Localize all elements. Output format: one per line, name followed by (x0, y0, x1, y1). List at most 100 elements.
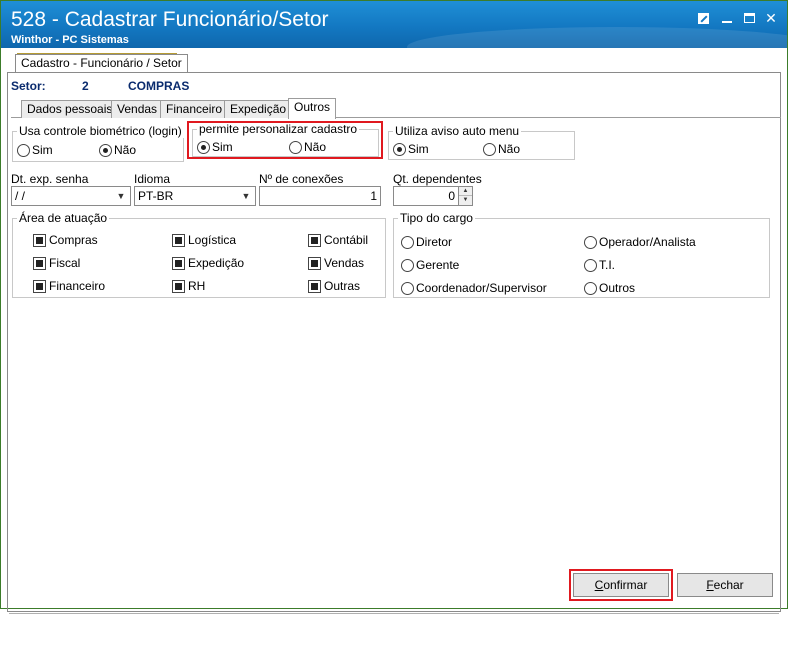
group-tipo-cargo: Tipo do cargo Diretor Operador/Analista … (393, 211, 770, 298)
check-label: Outras (324, 279, 361, 293)
radio-aviso-nao[interactable]: Não (483, 142, 520, 156)
num-conexoes-input[interactable]: 1 (259, 186, 381, 206)
tab-financeiro[interactable]: Financeiro (160, 100, 229, 118)
checkbox (172, 233, 185, 247)
check-label: Logística (188, 233, 237, 247)
check-fiscal[interactable]: Fiscal (33, 256, 80, 270)
tab-expedicao[interactable]: Expedição (224, 100, 293, 118)
check-label: Expedição (188, 256, 245, 270)
spin-up-icon[interactable]: ▲ (459, 187, 472, 196)
radio-label: Diretor (416, 235, 453, 249)
radio-circle (401, 281, 414, 295)
radio-label: Não (498, 142, 521, 156)
radio-cargo-ti[interactable]: T.I. (584, 258, 615, 272)
check-vendas[interactable]: Vendas (308, 256, 364, 270)
radio-label: Outros (599, 281, 636, 295)
check-compras[interactable]: Compras (33, 233, 98, 247)
radio-circle (483, 142, 496, 156)
biometrico-legend: Usa controle biométrico (login) (17, 124, 184, 138)
setor-code: 2 (82, 79, 89, 93)
radio-biometrico-sim[interactable]: Sim (17, 143, 53, 157)
maximize-icon (743, 13, 755, 23)
checkbox (308, 233, 321, 247)
radio-cargo-diretor[interactable]: Diretor (401, 235, 452, 249)
radio-cargo-coordenador[interactable]: Coordenador/Supervisor (401, 281, 547, 295)
close-button[interactable]: ✕ (763, 10, 779, 26)
radio-label: T.I. (599, 258, 616, 272)
checkbox (172, 256, 185, 270)
check-financeiro[interactable]: Financeiro (33, 279, 105, 293)
dt-exp-senha-label: Dt. exp. senha (11, 172, 89, 186)
group-biometrico: Usa controle biométrico (login) Sim Não (12, 124, 184, 162)
fechar-button[interactable]: Fechar (677, 573, 773, 597)
main-window: 528 - Cadastrar Funcionário/Setor Wintho… (0, 0, 788, 614)
radio-circle (401, 235, 414, 249)
radio-circle (99, 143, 112, 157)
chevron-down-icon[interactable]: ▼ (114, 189, 128, 203)
setor-name: COMPRAS (128, 79, 190, 93)
radio-circle (584, 235, 597, 249)
check-label: RH (188, 279, 206, 293)
radio-circle (401, 258, 414, 272)
fechar-hotkey: F (706, 578, 714, 592)
idioma-value: PT-BR (138, 189, 174, 203)
check-label: Vendas (324, 256, 365, 270)
window-subtitle: Winthor - PC Sistemas (11, 34, 129, 46)
check-label: Financeiro (49, 279, 106, 293)
idioma-label: Idioma (134, 172, 171, 186)
chevron-down-icon[interactable]: ▼ (239, 189, 253, 203)
idioma-select[interactable]: PT-BR ▼ (134, 186, 256, 206)
check-contabil[interactable]: Contábil (308, 233, 368, 247)
radio-label: Sim (32, 143, 53, 157)
setor-label: Setor: (11, 79, 46, 93)
check-rh[interactable]: RH (172, 279, 205, 293)
radio-aviso-sim[interactable]: Sim (393, 142, 429, 156)
checkbox (308, 279, 321, 293)
maximize-button[interactable] (741, 10, 757, 26)
tab-dados-pessoais[interactable]: Dados pessoais (21, 100, 119, 118)
radio-label: Não (114, 143, 137, 157)
qt-dependentes-input[interactable]: 0 (393, 186, 459, 206)
checkbox (308, 256, 321, 270)
radio-label: Gerente (416, 258, 460, 272)
minimize-icon (722, 21, 732, 23)
radio-circle (584, 258, 597, 272)
edit-window-button[interactable] (695, 10, 711, 26)
checkbox (33, 279, 46, 293)
highlight-personalizar (187, 121, 383, 159)
checkbox (33, 256, 46, 270)
aviso-menu-legend: Utiliza aviso auto menu (393, 124, 522, 138)
content-area: Cadastro - Funcionário / Setor Setor: 2 … (5, 50, 783, 614)
tab-cadastro-funcionario-setor[interactable]: Cadastro - Funcionário / Setor (15, 54, 188, 72)
radio-cargo-gerente[interactable]: Gerente (401, 258, 459, 272)
radio-label: Sim (408, 142, 429, 156)
dt-exp-senha-input[interactable]: / / ▼ (11, 186, 131, 206)
fechar-label: echar (713, 578, 744, 592)
check-logistica[interactable]: Logística (172, 233, 236, 247)
title-bar-decoration (407, 27, 787, 48)
spin-down-icon[interactable]: ▼ (459, 196, 472, 205)
num-conexoes-label: Nº de conexões (259, 172, 344, 186)
bottom-button-bar (9, 613, 779, 653)
qt-dependentes-label: Qt. dependentes (393, 172, 482, 186)
tab-vendas[interactable]: Vendas (111, 100, 164, 118)
check-label: Compras (49, 233, 98, 247)
radio-cargo-outros[interactable]: Outros (584, 281, 635, 295)
radio-label: Operador/Analista (599, 235, 696, 249)
tipo-cargo-legend: Tipo do cargo (398, 211, 475, 225)
radio-biometrico-nao[interactable]: Não (99, 143, 136, 157)
radio-cargo-operador[interactable]: Operador/Analista (584, 235, 696, 249)
check-expedicao[interactable]: Expedição (172, 256, 244, 270)
window-title: 528 - Cadastrar Funcionário/Setor (11, 8, 329, 31)
close-icon: ✕ (765, 10, 777, 26)
radio-circle (17, 143, 30, 157)
radio-label: Coordenador/Supervisor (416, 281, 547, 295)
check-outras[interactable]: Outras (308, 279, 360, 293)
qt-dependentes-spinner[interactable]: ▲ ▼ (458, 186, 473, 206)
minimize-button[interactable] (719, 10, 735, 26)
radio-circle (584, 281, 597, 295)
dt-exp-senha-value: / / (15, 189, 26, 203)
title-bar[interactable]: 528 - Cadastrar Funcionário/Setor Wintho… (1, 1, 787, 48)
highlight-confirmar (569, 569, 673, 601)
tab-outros[interactable]: Outros (288, 98, 337, 119)
